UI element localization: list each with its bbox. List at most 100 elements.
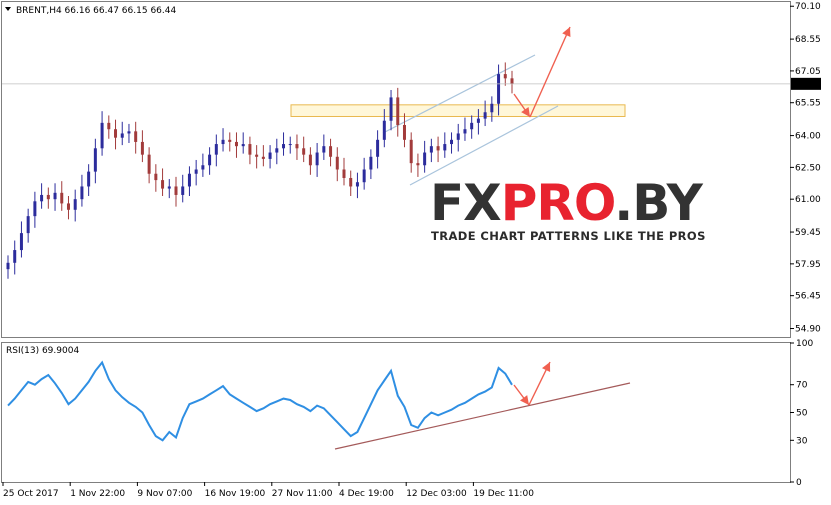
candle-body: [234, 141, 238, 147]
symbol-header: BRENT,H4 66.16 66.47 66.15 66.44: [16, 6, 176, 16]
candle-body: [295, 144, 299, 149]
time-tick-label: 25 Oct 2017: [3, 489, 59, 499]
price-tick-label: 67.05: [795, 67, 821, 77]
price-tick-label: 59.45: [795, 228, 821, 238]
candle-body: [140, 141, 144, 155]
candle-body: [510, 78, 514, 84]
candle-body: [181, 186, 185, 195]
candle-body: [275, 148, 279, 153]
logo-text-dot: .: [614, 174, 632, 232]
candle-body: [147, 154, 151, 174]
candle-body: [497, 74, 501, 104]
candle-body: [174, 186, 178, 195]
candle-body: [302, 148, 306, 155]
time-tick-label: 1 Nov 22:00: [70, 489, 125, 499]
candle-body: [214, 144, 218, 155]
candle-body: [443, 144, 447, 151]
chart-canvas: 70.10 68.55 67.05 65.55 64.00 62.50 61.00 59.45…: [1, 1, 821, 499]
candle-body: [503, 74, 507, 79]
candle-body: [490, 103, 494, 113]
time-tick-label: 12 Dec 03:00: [406, 489, 467, 499]
rsi-tick-label: 30: [796, 436, 808, 446]
rsi-tick-label: 100: [796, 339, 813, 349]
candle-body: [60, 192, 64, 204]
logo-tagline: TRADE CHART PATTERNS LIKE THE PROS: [431, 229, 706, 243]
candle-body: [456, 133, 460, 140]
price-tick-label: 61.00: [795, 195, 821, 205]
candle-body: [308, 154, 312, 166]
candle-body: [268, 152, 272, 159]
candle-body: [429, 146, 433, 153]
rsi-tick-label: 50: [796, 409, 808, 419]
candle-body: [46, 194, 50, 200]
candle-body: [154, 173, 158, 181]
candle-body: [470, 122, 474, 130]
candle-body: [241, 144, 245, 147]
fxpro-logo: FXPRO.BY TRADE CHART PATTERNS LIKE THE P…: [430, 174, 706, 243]
candle-body: [402, 124, 406, 140]
time-tick-label: 27 Nov 11:00: [272, 489, 333, 499]
candle-body: [450, 139, 454, 145]
candle-body: [87, 171, 91, 187]
candle-body: [100, 122, 104, 149]
price-tick-label: 54.90: [795, 325, 821, 335]
candle-body: [362, 169, 366, 183]
candle-body: [255, 154, 259, 157]
candle-body: [33, 201, 37, 217]
candle-body: [66, 203, 70, 210]
candle-body: [416, 163, 420, 166]
candle-body: [93, 148, 97, 172]
candle-body: [261, 156, 265, 159]
candle-body: [194, 169, 198, 174]
svg-text:FXPRO.BY: FXPRO.BY: [430, 174, 704, 232]
candle-body: [409, 139, 413, 164]
candle-body: [389, 97, 393, 121]
price-tick-label: 65.55: [795, 99, 821, 109]
candle-body: [369, 156, 373, 170]
time-tick-label: 4 Dec 19:00: [339, 489, 394, 499]
rsi-tick-label: 70: [796, 381, 808, 391]
candle-body: [342, 169, 346, 178]
logo-text-pro: PRO: [501, 174, 615, 232]
candle-body: [483, 112, 487, 119]
candle-body: [355, 182, 359, 187]
candle-body: [40, 194, 44, 202]
logo-text-tld: BY: [632, 174, 703, 232]
candle-body: [376, 139, 380, 157]
candle-body: [80, 186, 84, 200]
candle-body: [315, 152, 319, 166]
candle-body: [463, 129, 467, 134]
current-price-label: 66.44: [793, 80, 819, 90]
candle-body: [107, 122, 111, 130]
candle-body: [382, 120, 386, 140]
price-tick-label: 70.10: [795, 2, 821, 12]
candle-body: [476, 118, 480, 123]
candle-body: [423, 152, 427, 166]
candle-body: [6, 262, 10, 270]
candle-body: [134, 131, 138, 142]
rsi-panel: [1, 342, 791, 483]
time-tick-label: 16 Nov 19:00: [205, 489, 266, 499]
price-tick-label: 68.55: [795, 35, 821, 45]
candle-body: [127, 131, 131, 134]
rsi-tick-label: 0: [796, 478, 802, 488]
candle-body: [53, 192, 57, 200]
price-tick-label: 62.50: [795, 163, 821, 173]
candle-body: [208, 154, 212, 166]
candle-body: [221, 139, 225, 145]
candle-body: [161, 180, 165, 189]
candle-body: [288, 144, 292, 146]
price-panel: [1, 1, 791, 338]
candle-body: [114, 129, 118, 138]
time-tick-label: 9 Nov 07:00: [137, 489, 192, 499]
price-tick-label: 56.45: [795, 292, 821, 302]
logo-text-main: FX: [430, 174, 501, 232]
candle-body: [73, 199, 77, 210]
candle-body: [228, 139, 232, 142]
price-axis: 70.10 68.55 67.05 65.55 64.00 62.50 61.00 59.45…: [790, 2, 821, 335]
candle-body: [19, 233, 23, 251]
candle-body: [167, 186, 171, 189]
rsi-header: RSI(13) 69.9004: [6, 346, 79, 356]
candle-body: [349, 177, 353, 187]
support-zone: [290, 104, 626, 117]
